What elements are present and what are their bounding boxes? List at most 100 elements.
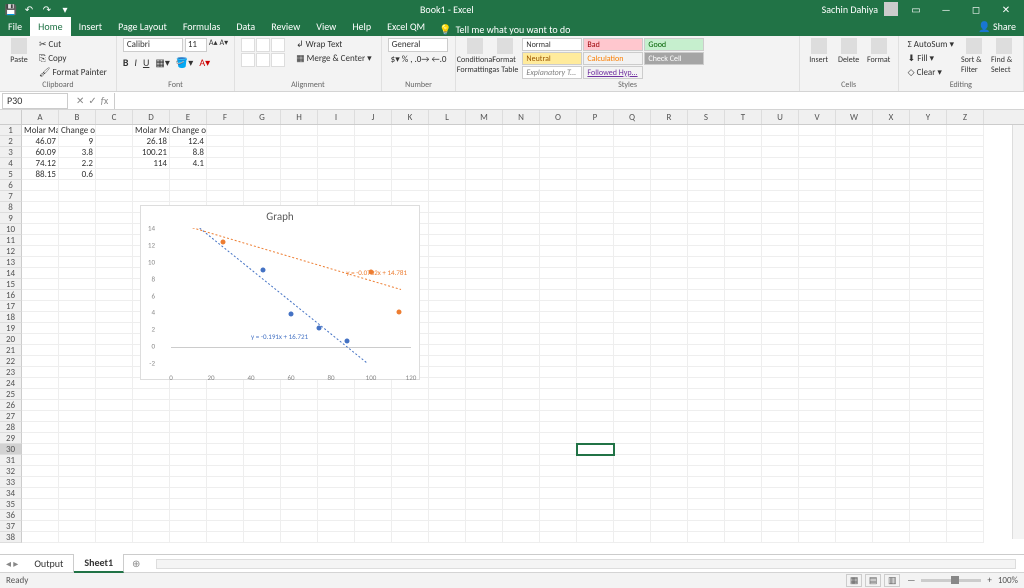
cell[interactable] [762, 367, 799, 378]
cancel-formula-icon[interactable]: ✕ [76, 94, 84, 107]
cell[interactable] [725, 125, 762, 136]
merge-center-button[interactable]: ▦ Merge & Center ▾ [293, 52, 375, 65]
cell[interactable] [577, 191, 614, 202]
cell[interactable] [466, 158, 503, 169]
column-header[interactable]: V [799, 110, 836, 124]
cell[interactable] [688, 499, 725, 510]
cell[interactable] [799, 125, 836, 136]
cell[interactable] [873, 191, 910, 202]
cell[interactable]: 3.8 [59, 147, 96, 158]
cell[interactable] [873, 466, 910, 477]
cell[interactable] [836, 400, 873, 411]
cell[interactable] [799, 433, 836, 444]
cell[interactable] [429, 345, 466, 356]
cell[interactable] [466, 444, 503, 455]
cell[interactable] [947, 334, 984, 345]
style-followed-hyperlink[interactable]: Followed Hyp... [583, 66, 643, 79]
cell[interactable] [873, 257, 910, 268]
cell[interactable] [318, 136, 355, 147]
cell[interactable] [688, 268, 725, 279]
cell[interactable] [429, 499, 466, 510]
cell[interactable] [725, 367, 762, 378]
row-header[interactable]: 2 [0, 136, 22, 147]
cell[interactable] [873, 521, 910, 532]
cell[interactable] [96, 158, 133, 169]
cell[interactable] [466, 455, 503, 466]
row-header[interactable]: 26 [0, 400, 22, 411]
cell[interactable] [59, 191, 96, 202]
cell[interactable] [96, 268, 133, 279]
sort-filter-button[interactable]: Sort & Filter [961, 38, 987, 75]
cell[interactable] [725, 422, 762, 433]
cell[interactable] [244, 521, 281, 532]
tab-review[interactable]: Review [263, 17, 308, 36]
cell[interactable] [947, 213, 984, 224]
cell[interactable] [503, 477, 540, 488]
cell[interactable] [725, 290, 762, 301]
cell[interactable] [355, 400, 392, 411]
tab-help[interactable]: Help [344, 17, 379, 36]
cell[interactable] [59, 323, 96, 334]
cell[interactable] [725, 169, 762, 180]
cell[interactable] [429, 202, 466, 213]
cell[interactable] [762, 158, 799, 169]
cell[interactable] [947, 499, 984, 510]
cell[interactable] [244, 180, 281, 191]
cell[interactable] [466, 125, 503, 136]
cell[interactable] [318, 466, 355, 477]
cell[interactable] [96, 433, 133, 444]
cell[interactable] [466, 411, 503, 422]
cell[interactable] [281, 455, 318, 466]
cell[interactable] [503, 400, 540, 411]
cell[interactable] [503, 444, 540, 455]
cell[interactable] [503, 411, 540, 422]
cell[interactable] [429, 147, 466, 158]
cell[interactable] [947, 510, 984, 521]
cell[interactable] [577, 356, 614, 367]
cell[interactable] [799, 477, 836, 488]
cell[interactable] [651, 499, 688, 510]
cell[interactable] [873, 422, 910, 433]
cell[interactable] [651, 158, 688, 169]
cell[interactable] [392, 158, 429, 169]
cell[interactable] [614, 367, 651, 378]
cell[interactable] [836, 180, 873, 191]
cell[interactable] [207, 455, 244, 466]
cell[interactable] [281, 191, 318, 202]
style-calculation[interactable]: Calculation [583, 52, 643, 65]
cell[interactable] [836, 169, 873, 180]
cell[interactable] [651, 323, 688, 334]
cell[interactable] [429, 125, 466, 136]
cell[interactable] [947, 125, 984, 136]
cell[interactable] [577, 213, 614, 224]
cell[interactable] [651, 521, 688, 532]
cell[interactable] [466, 246, 503, 257]
cell[interactable] [688, 235, 725, 246]
cell[interactable] [133, 532, 170, 543]
cell[interactable] [651, 268, 688, 279]
cell[interactable] [910, 180, 947, 191]
cell[interactable] [688, 279, 725, 290]
cell[interactable] [614, 466, 651, 477]
sheet-tab-sheet1[interactable]: Sheet1 [74, 554, 124, 573]
cell[interactable] [503, 499, 540, 510]
cell[interactable] [688, 136, 725, 147]
cell[interactable] [133, 499, 170, 510]
zoom-level[interactable]: 100% [998, 575, 1018, 586]
cell[interactable] [651, 191, 688, 202]
cell[interactable]: 4.1 [170, 158, 207, 169]
cell[interactable] [836, 147, 873, 158]
cell[interactable] [688, 301, 725, 312]
cell[interactable] [725, 521, 762, 532]
cell[interactable] [540, 400, 577, 411]
cell[interactable] [540, 312, 577, 323]
cell[interactable] [688, 257, 725, 268]
cell[interactable] [651, 257, 688, 268]
row-header[interactable]: 1 [0, 125, 22, 136]
cell[interactable] [614, 191, 651, 202]
cell[interactable] [392, 389, 429, 400]
cell[interactable] [762, 301, 799, 312]
row-header[interactable]: 19 [0, 323, 22, 334]
cell[interactable] [614, 510, 651, 521]
cell[interactable] [466, 389, 503, 400]
